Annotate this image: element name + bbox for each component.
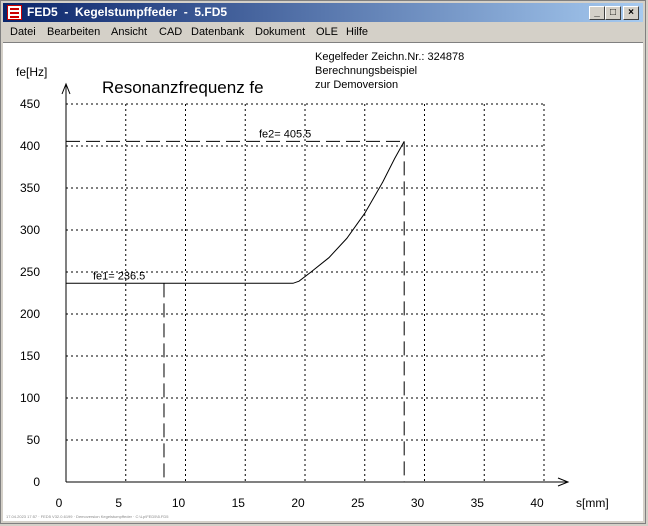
menu-dokument[interactable]: Dokument [255, 25, 305, 39]
menu-bar: Datei Bearbeiten Ansicht CAD Datenbank D… [3, 23, 643, 42]
y-tick-label: 350 [20, 181, 40, 195]
app-spring-icon[interactable] [7, 5, 22, 20]
x-tick-label: 15 [232, 496, 246, 510]
chart-axes [61, 82, 570, 487]
menu-ole[interactable]: OLE [316, 25, 338, 39]
x-tick-label: 25 [351, 496, 365, 510]
window-title: FED5 - Kegelstumpffeder - 5.FD5 [27, 5, 228, 19]
menu-datenbank[interactable]: Datenbank [191, 25, 244, 39]
maximize-button[interactable]: □ [605, 6, 621, 20]
menu-bearbeiten[interactable]: Bearbeiten [47, 25, 100, 39]
title-bar[interactable]: FED5 - Kegelstumpffeder - 5.FD5 _ □ × [3, 3, 643, 22]
menu-hilfe[interactable]: Hilfe [346, 25, 368, 39]
info-line-3: zur Demoversion [315, 79, 398, 91]
y-tick-label: 50 [27, 433, 41, 447]
chart-area: 0 50 100 150 200 250 300 350 400 450 0 5 10 15 20 25 30 3… [3, 42, 643, 521]
y-axis-label: fe[Hz] [16, 65, 47, 79]
chart-title: Resonanzfrequenz fe [102, 78, 264, 97]
resonance-chart: 0 50 100 150 200 250 300 350 400 450 0 5 10 15 20 25 30 3… [6, 51, 609, 519]
y-tick-label: 100 [20, 391, 40, 405]
y-tick-label: 0 [33, 475, 40, 489]
minimize-button[interactable]: _ [589, 6, 605, 20]
chart-grid [66, 103, 545, 482]
y-tick-label: 200 [20, 307, 40, 321]
annotation-label: fe1= 236.5 [93, 270, 145, 282]
x-tick-label: 0 [56, 496, 63, 510]
menu-ansicht[interactable]: Ansicht [111, 25, 147, 39]
footer-text: 17.04.2023 17:57 · FED5 V32.0.6199 · Dem… [6, 514, 169, 519]
y-tick-label: 450 [20, 97, 40, 111]
y-tick-label: 300 [20, 223, 40, 237]
menu-cad[interactable]: CAD [159, 25, 182, 39]
x-tick-label: 10 [172, 496, 186, 510]
chart-tick-labels: 0 50 100 150 200 250 300 350 400 450 0 5 10 15 20 25 30 3… [20, 97, 544, 510]
y-tick-label: 400 [20, 139, 40, 153]
info-line-1: Kegelfeder Zeichn.Nr.: 324878 [315, 51, 464, 63]
x-axis-label: s[mm] [576, 496, 609, 510]
main-window: FED5 - Kegelstumpffeder - 5.FD5 _ □ × Da… [0, 0, 646, 524]
x-tick-label: 35 [471, 496, 485, 510]
x-tick-label: 20 [291, 496, 305, 510]
menu-datei[interactable]: Datei [10, 25, 36, 39]
series-line [66, 141, 405, 284]
y-tick-label: 250 [20, 265, 40, 279]
info-line-2: Berechnungsbeispiel [315, 65, 417, 77]
x-tick-label: 40 [530, 496, 544, 510]
x-tick-label: 30 [411, 496, 425, 510]
y-tick-label: 150 [20, 349, 40, 363]
chart-series [66, 141, 405, 284]
chart-guides [66, 140, 405, 482]
x-tick-label: 5 [115, 496, 122, 510]
close-button[interactable]: × [623, 6, 639, 20]
annotation-label: fe2= 405.5 [259, 128, 311, 140]
